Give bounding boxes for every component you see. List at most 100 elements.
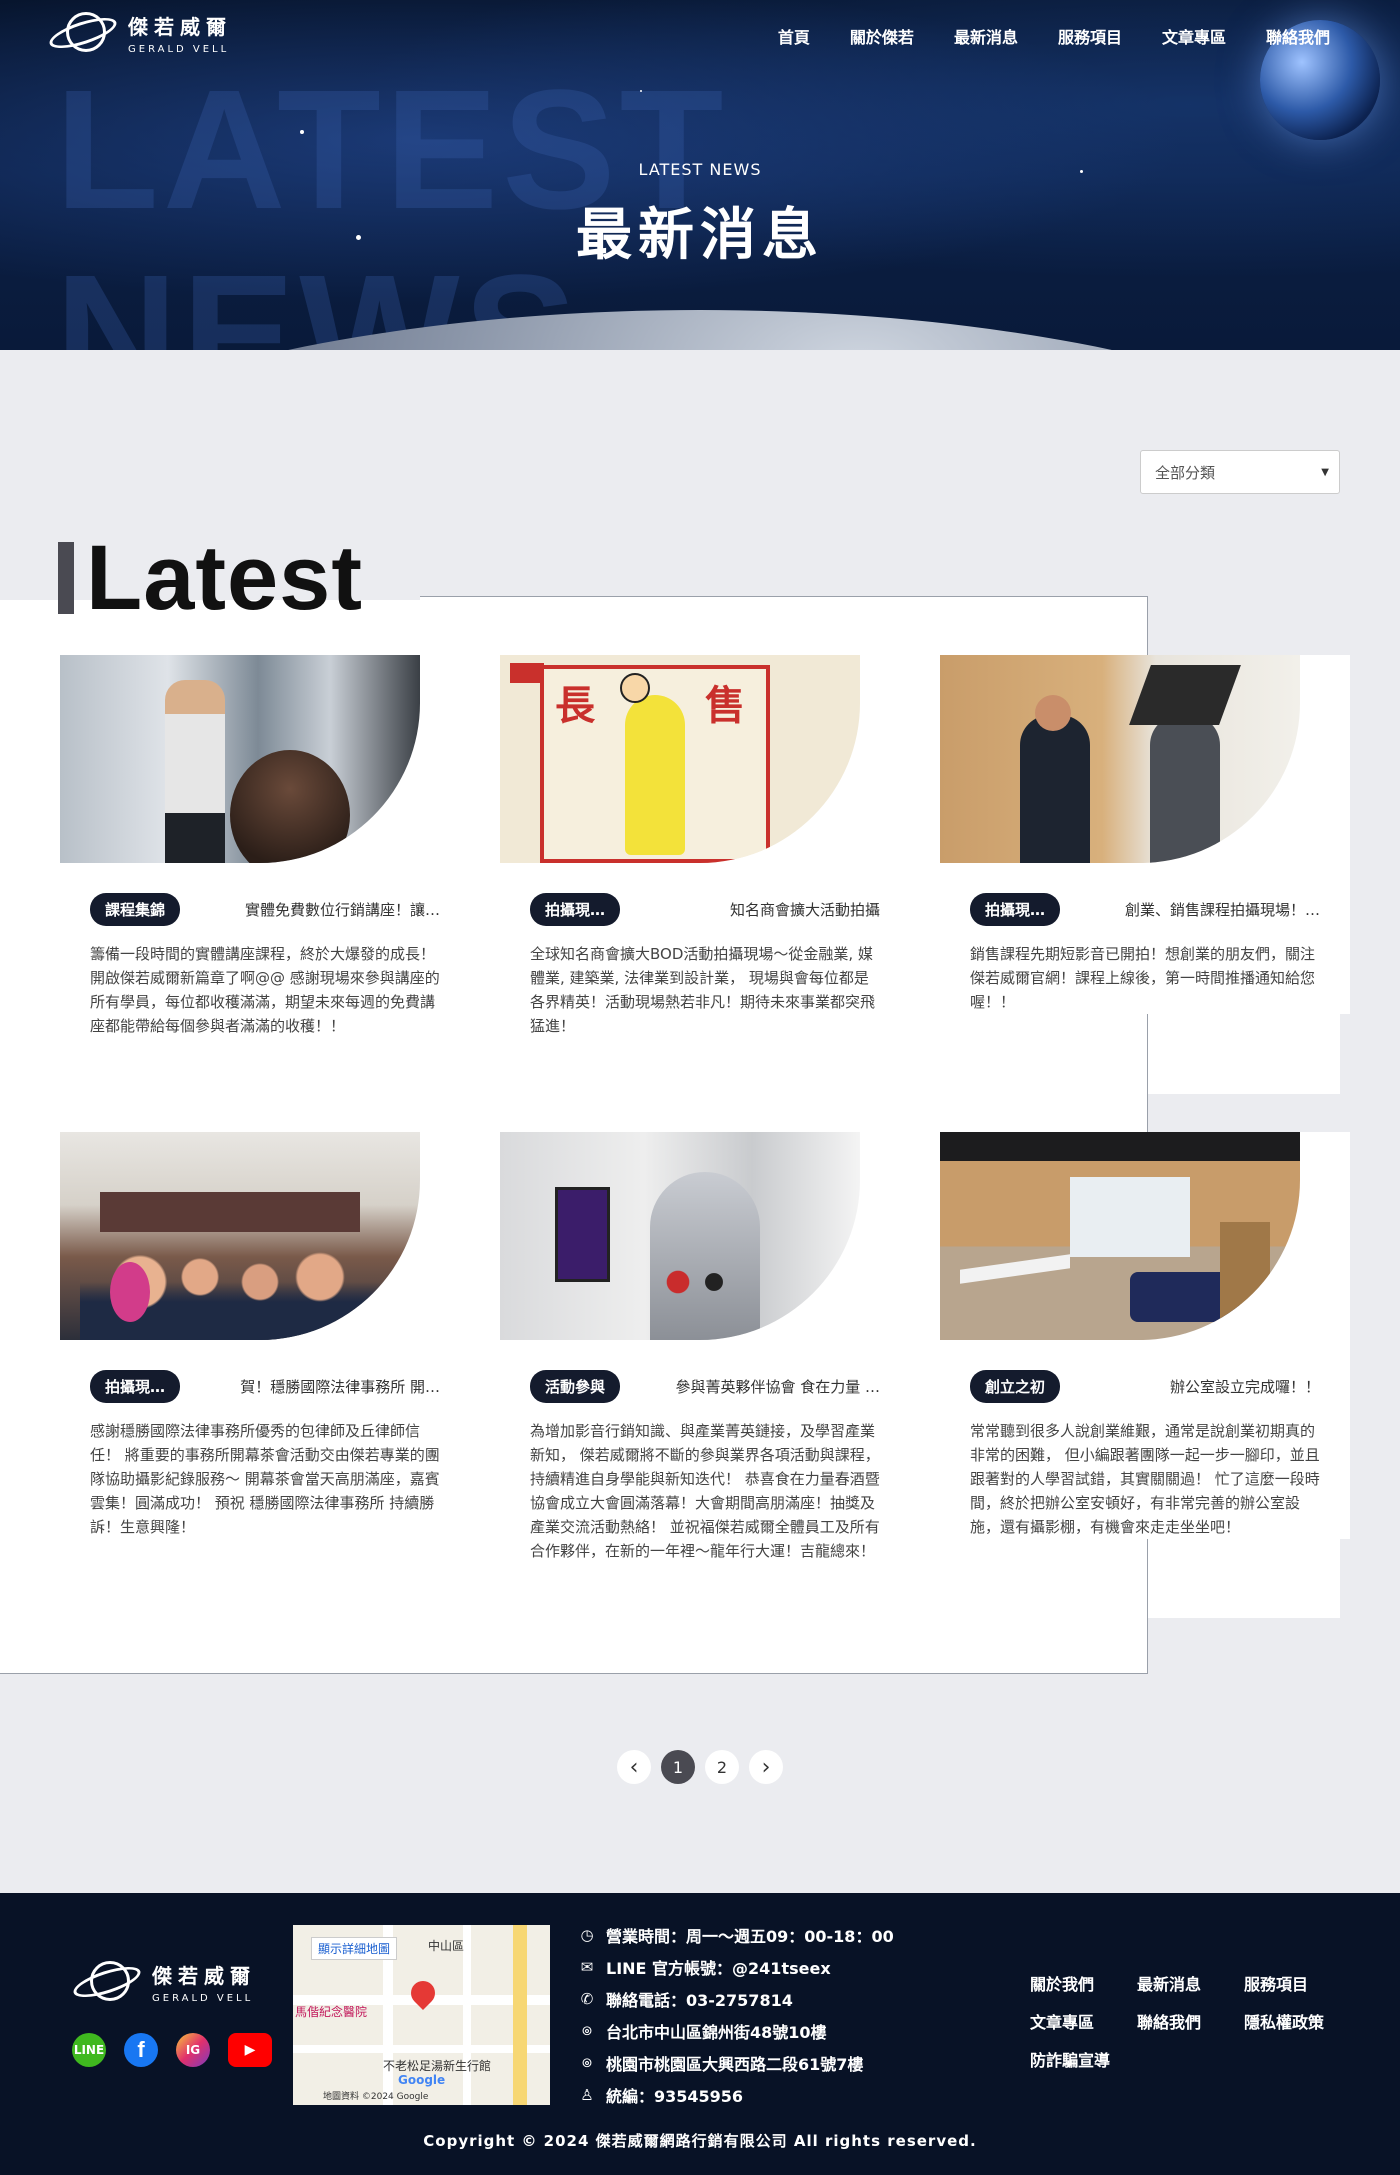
info-row: ⌾ 桃園市桃園區大興西路二段61號7樓 bbox=[578, 2051, 894, 2075]
news-card[interactable]: 創立之初 辦公室設立完成囉！！ 常常聽到很多人說創業維艱，通常是說創業初期真的非… bbox=[940, 1132, 1350, 1539]
heading-bar-decoration bbox=[58, 542, 74, 614]
news-card[interactable]: 活動參與 參與菁英夥伴協會 食在力量 … 為增加影音行銷知識、與產業菁英鏈接，及… bbox=[500, 1132, 910, 1563]
copyright: Copyright © 2024 傑若威爾網路行銷有限公司 All rights… bbox=[423, 2132, 977, 2150]
phone-number[interactable]: 聯絡電話：03-2757814 bbox=[606, 1987, 793, 2011]
clock-icon: ◷ bbox=[580, 1926, 594, 1944]
nav-news[interactable]: 最新消息 bbox=[954, 24, 1018, 48]
map-label: 不老松足湯新生行館 bbox=[383, 2059, 492, 2073]
star-decoration bbox=[300, 130, 304, 134]
news-card-image[interactable]: 長 售 bbox=[500, 655, 860, 863]
business-hours: 營業時間：周一～週五09：00-18：00 bbox=[606, 1927, 894, 1946]
news-card[interactable]: 長 售 拍攝現… 知名商會擴大活動拍攝 全球知名商會擴大BOD活動拍攝現場～從金… bbox=[500, 655, 910, 1038]
news-card-title[interactable]: 知名商會擴大活動拍攝 bbox=[730, 899, 880, 920]
facebook-icon[interactable]: f bbox=[124, 2033, 158, 2067]
pagination-prev-button[interactable]: ‹ bbox=[617, 1750, 651, 1784]
news-card-title[interactable]: 實體免費數位行銷講座！讓… bbox=[245, 899, 440, 920]
location-icon: ⌾ bbox=[582, 2022, 592, 2040]
pagination: ‹ 1 2 › bbox=[0, 1750, 1400, 1784]
news-card-image[interactable] bbox=[60, 655, 420, 863]
news-card-image[interactable] bbox=[940, 1132, 1300, 1340]
header-logo[interactable]: 傑若威爾 GERALD VELL bbox=[46, 8, 232, 58]
info-row: ⌾ 台北市中山區錦州街48號10樓 bbox=[578, 2019, 894, 2043]
news-card-tag[interactable]: 課程集錦 bbox=[90, 893, 181, 926]
tax-id: 統編：93545956 bbox=[606, 2087, 744, 2106]
footer: 傑若威爾 GERALD VELL LINE f IG ▶ 顯示詳細地圖 中山區 … bbox=[0, 1893, 1400, 2175]
map-label: 中山區 bbox=[428, 1939, 465, 1953]
planet-logo-icon bbox=[46, 8, 120, 58]
news-card-title[interactable]: 賀！穩勝國際法律事務所 開… bbox=[240, 1376, 440, 1397]
star-decoration bbox=[640, 90, 642, 92]
news-card-image[interactable] bbox=[940, 655, 1300, 863]
logo-en-text: GERALD VELL bbox=[152, 1993, 254, 2004]
news-card-tag[interactable]: 活動參與 bbox=[530, 1370, 621, 1403]
logo-en-text: GERALD VELL bbox=[128, 44, 230, 55]
planet-logo-icon bbox=[70, 1957, 144, 2007]
info-row: ♙ 統編：93545956 bbox=[578, 2083, 894, 2107]
footer-links: 關於我們 最新消息 服務項目 文章專區 聯絡我們 隱私權政策 防詐騙宣導 bbox=[1030, 1971, 1351, 2071]
news-card-tag[interactable]: 拍攝現… bbox=[90, 1370, 181, 1403]
user-icon: ♙ bbox=[580, 2086, 594, 2104]
map-detail-button[interactable]: 顯示詳細地圖 bbox=[311, 1937, 398, 1960]
info-row: ✉ LINE 官方帳號：@241tseex bbox=[578, 1955, 894, 1979]
map-label: 馬偕紀念醫院 bbox=[295, 2005, 368, 2019]
google-map[interactable]: 顯示詳細地圖 中山區 馬偕紀念醫院 不老松足湯新生行館 Google 地圖資料 … bbox=[293, 1925, 550, 2105]
news-card-image[interactable] bbox=[500, 1132, 860, 1340]
info-row: ◷ 營業時間：周一～週五09：00-18：00 bbox=[578, 1923, 894, 1947]
hero-subtitle: LATEST NEWS bbox=[638, 160, 762, 179]
footer-link-about[interactable]: 關於我們 bbox=[1030, 1971, 1137, 1995]
news-card-tag[interactable]: 拍攝現… bbox=[530, 893, 621, 926]
section-title: Latest bbox=[86, 527, 363, 629]
mail-icon: ✉ bbox=[580, 1958, 594, 1976]
news-card-excerpt: 常常聽到很多人說創業維艱，通常是說創業初期真的非常的困難， 但小編跟著團隊一起一… bbox=[970, 1422, 1320, 1536]
youtube-icon[interactable]: ▶ bbox=[228, 2033, 272, 2067]
news-section: 全部分類 ▼ Latest 課程集錦 實體免費數位行銷講座！讓… 籌備一段時間的… bbox=[0, 350, 1400, 1893]
nav-services[interactable]: 服務項目 bbox=[1058, 24, 1122, 48]
nav-articles[interactable]: 文章專區 bbox=[1162, 24, 1226, 48]
map-google-label: Google bbox=[398, 2073, 446, 2087]
footer-link-articles[interactable]: 文章專區 bbox=[1030, 2009, 1137, 2033]
social-links: LINE f IG ▶ bbox=[72, 2033, 272, 2067]
news-card-excerpt: 銷售課程先期短影音已開拍！想創業的朋友們，關注傑若威爾官網！課程上線後，第一時間… bbox=[970, 945, 1316, 1011]
footer-link-anti-fraud[interactable]: 防詐騙宣導 bbox=[1030, 2047, 1137, 2071]
hero-banner: LATEST NEWS 傑若威爾 GERALD VELL 首頁 關於傑若 最新消… bbox=[0, 0, 1400, 350]
main-nav: 首頁 關於傑若 最新消息 服務項目 文章專區 聯絡我們 bbox=[778, 24, 1330, 48]
news-card[interactable]: 拍攝現… 創業、銷售課程拍攝現場！… 銷售課程先期短影音已開拍！想創業的朋友們，… bbox=[940, 655, 1350, 1014]
pagination-page-1[interactable]: 1 bbox=[661, 1750, 695, 1784]
news-card-tag[interactable]: 拍攝現… bbox=[970, 893, 1061, 926]
news-card-image[interactable] bbox=[60, 1132, 420, 1340]
hero-title: 最新消息 bbox=[576, 203, 824, 268]
nav-home[interactable]: 首頁 bbox=[778, 24, 810, 48]
footer-link-contact[interactable]: 聯絡我們 bbox=[1137, 2009, 1244, 2033]
category-filter-select[interactable]: 全部分類 ▼ bbox=[1140, 450, 1340, 494]
instagram-icon[interactable]: IG bbox=[176, 2033, 210, 2067]
pagination-next-button[interactable]: › bbox=[749, 1750, 783, 1784]
nav-about[interactable]: 關於傑若 bbox=[850, 24, 914, 48]
news-card-excerpt: 籌備一段時間的實體講座課程，終於大爆發的成長！開啟傑若威爾新篇章了啊@@ 感謝現… bbox=[90, 945, 440, 1035]
news-card[interactable]: 課程集錦 實體免費數位行銷講座！讓… 籌備一段時間的實體講座課程，終於大爆發的成… bbox=[60, 655, 470, 1038]
location-icon: ⌾ bbox=[582, 2054, 592, 2072]
footer-link-privacy[interactable]: 隱私權政策 bbox=[1244, 2009, 1351, 2033]
address-taoyuan: 桃園市桃園區大興西路二段61號7樓 bbox=[606, 2055, 864, 2074]
news-card[interactable]: 拍攝現… 賀！穩勝國際法律事務所 開… 感謝穩勝國際法律事務所優秀的包律師及丘律… bbox=[60, 1132, 470, 1539]
line-icon[interactable]: LINE bbox=[72, 2033, 106, 2067]
news-card-title[interactable]: 創業、銷售課程拍攝現場！… bbox=[1125, 899, 1320, 920]
logo-zh-text: 傑若威爾 bbox=[128, 15, 232, 39]
logo-zh-text: 傑若威爾 bbox=[152, 1964, 256, 1988]
footer-link-services[interactable]: 服務項目 bbox=[1244, 1971, 1351, 1995]
news-card-title[interactable]: 參與菁英夥伴協會 食在力量 … bbox=[675, 1376, 880, 1397]
footer-link-news[interactable]: 最新消息 bbox=[1137, 1971, 1244, 1995]
latest-heading: Latest bbox=[58, 532, 363, 624]
nav-contact[interactable]: 聯絡我們 bbox=[1266, 24, 1330, 48]
address-taipei: 台北市中山區錦州街48號10樓 bbox=[606, 2023, 827, 2042]
footer-logo[interactable]: 傑若威爾 GERALD VELL bbox=[70, 1957, 256, 2007]
news-card-title[interactable]: 辦公室設立完成囉！！ bbox=[1170, 1376, 1320, 1397]
category-filter-value: 全部分類 bbox=[1155, 463, 1216, 482]
news-card-excerpt: 為增加影音行銷知識、與產業菁英鏈接，及學習產業新知， 傑若威爾將不斷的參與業界各… bbox=[530, 1422, 880, 1560]
chevron-down-icon: ▼ bbox=[1321, 466, 1329, 478]
news-card-tag[interactable]: 創立之初 bbox=[970, 1370, 1061, 1403]
contact-info: ◷ 營業時間：周一～週五09：00-18：00 ✉ LINE 官方帳號：@241ts… bbox=[578, 1923, 894, 2107]
news-card-excerpt: 感謝穩勝國際法律事務所優秀的包律師及丘律師信任！ 將重要的事務所開幕茶會活動交由… bbox=[90, 1422, 440, 1536]
line-account[interactable]: LINE 官方帳號：@241tseex bbox=[606, 1955, 831, 1979]
pagination-page-2[interactable]: 2 bbox=[705, 1750, 739, 1784]
info-row: ✆ 聯絡電話：03-2757814 bbox=[578, 1987, 894, 2011]
